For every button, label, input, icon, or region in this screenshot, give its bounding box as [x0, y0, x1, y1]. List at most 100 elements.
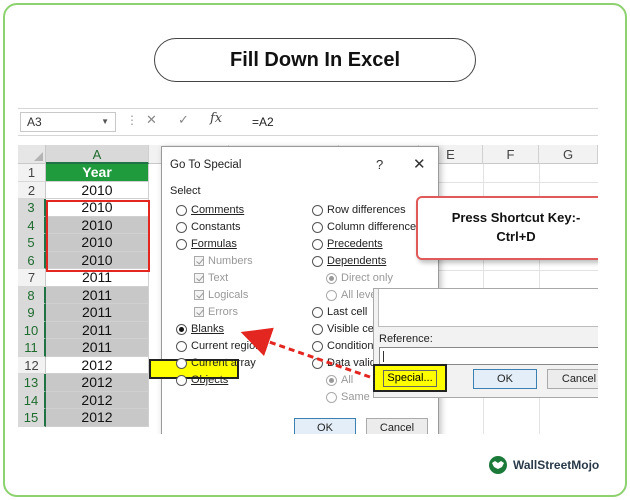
option-formulas[interactable]: Formulas: [176, 238, 237, 250]
row-header[interactable]: 8: [18, 286, 46, 304]
cell-a8[interactable]: 2011: [46, 286, 149, 304]
option-comments[interactable]: Comments: [176, 204, 244, 216]
option-last-cell[interactable]: Last cell: [312, 306, 367, 318]
cell-a2[interactable]: 2010: [46, 181, 149, 199]
row-header[interactable]: 7: [18, 269, 46, 287]
formula-separator-icon: ⋮: [126, 113, 138, 127]
dialog-title: Go To Special: [170, 159, 242, 171]
cancel-icon[interactable]: ✕: [146, 112, 157, 128]
checkbox-icon: [194, 307, 204, 317]
reference-input[interactable]: [379, 347, 598, 365]
page-title: Fill Down In Excel: [154, 38, 476, 82]
radio-icon[interactable]: [176, 374, 187, 386]
radio-icon[interactable]: [176, 340, 187, 352]
radio-icon[interactable]: [176, 221, 187, 233]
go-to-ok-button[interactable]: OK: [473, 369, 537, 389]
option-label: Column differences: [327, 221, 422, 233]
enter-icon[interactable]: ✓: [178, 112, 189, 128]
go-to-cancel-button[interactable]: Cancel: [547, 369, 598, 389]
cell-a10[interactable]: 2011: [46, 321, 149, 339]
radio-icon: [326, 391, 337, 403]
option-label: Row differences: [327, 204, 406, 216]
column-header-g[interactable]: G: [539, 145, 598, 164]
radio-icon[interactable]: [312, 221, 323, 233]
option-label: All: [341, 374, 354, 386]
row-header[interactable]: 9: [18, 304, 46, 322]
brand-logo: WallStreetMojo: [488, 455, 599, 475]
option-precedents[interactable]: Precedents: [312, 238, 383, 250]
name-box[interactable]: A3 ▼: [20, 112, 116, 132]
select-label: Select: [170, 185, 201, 197]
radio-icon: [326, 289, 337, 301]
cancel-button[interactable]: Cancel: [366, 418, 428, 434]
ok-button[interactable]: OK: [294, 418, 356, 434]
row-header[interactable]: 5: [18, 234, 46, 252]
column-header-f[interactable]: F: [483, 145, 539, 164]
cell-a15[interactable]: 2012: [46, 409, 149, 427]
option-dependents[interactable]: Dependents: [312, 255, 386, 267]
row-header[interactable]: 14: [18, 391, 46, 409]
option-label: Dependents: [327, 255, 387, 267]
option-column-differences[interactable]: Column differences: [312, 221, 422, 233]
help-button[interactable]: ?: [376, 157, 383, 172]
grid-line: [438, 182, 598, 183]
checkbox-icon: [194, 290, 204, 300]
callout-line-1: Press Shortcut Key:-: [451, 210, 581, 225]
row-header[interactable]: 4: [18, 216, 46, 234]
radio-icon[interactable]: [312, 238, 323, 250]
option-label: Last cell: [327, 306, 368, 318]
row-header[interactable]: 6: [18, 251, 46, 269]
chevron-down-icon[interactable]: ▼: [101, 113, 109, 131]
option-label: Blanks: [191, 323, 225, 335]
special-button[interactable]: Special...: [383, 370, 437, 387]
option-same: Same: [326, 391, 370, 403]
insert-function-button[interactable]: fx: [210, 111, 222, 126]
row-header[interactable]: 3: [18, 199, 46, 217]
shortcut-callout: Press Shortcut Key:- Ctrl+D: [416, 196, 598, 260]
cell-a12[interactable]: 2012: [46, 356, 149, 374]
option-objects[interactable]: Objects: [176, 374, 228, 386]
cell-a14[interactable]: 2012: [46, 391, 149, 409]
radio-icon[interactable]: [312, 255, 323, 267]
row-header[interactable]: 15: [18, 409, 46, 427]
option-label: Numbers: [208, 255, 253, 267]
row-header[interactable]: 11: [18, 339, 46, 357]
radio-icon[interactable]: [312, 340, 323, 352]
radio-icon[interactable]: [312, 306, 323, 318]
cell-a1[interactable]: Year: [46, 164, 149, 182]
option-label: Logicals: [208, 289, 249, 301]
option-constants[interactable]: Constants: [176, 221, 241, 233]
callout-line-2: Ctrl+D: [496, 229, 536, 244]
close-button[interactable]: ✕: [413, 155, 426, 173]
radio-icon[interactable]: [312, 357, 323, 369]
row-header[interactable]: 1: [18, 164, 46, 182]
formula-input[interactable]: =A2: [252, 115, 274, 129]
brand-name: WallStreetMojo: [513, 458, 600, 472]
cell-a13[interactable]: 2012: [46, 374, 149, 392]
radio-icon[interactable]: [176, 357, 187, 369]
go-to-list[interactable]: ⌄: [378, 289, 598, 327]
column-header-a[interactable]: A: [46, 145, 149, 164]
cell-a9[interactable]: 2011: [46, 304, 149, 322]
option-label: Comments: [191, 204, 245, 216]
option-current-region[interactable]: Current region: [176, 340, 261, 352]
option-row-differences[interactable]: Row differences: [312, 204, 406, 216]
option-current-array[interactable]: Current array: [176, 357, 256, 369]
option-blanks[interactable]: Blanks: [176, 323, 224, 335]
option-label: Direct only: [341, 272, 393, 284]
row-header[interactable]: 2: [18, 181, 46, 199]
radio-icon[interactable]: [176, 204, 187, 216]
row-header[interactable]: 13: [18, 374, 46, 392]
row-header[interactable]: 12: [18, 356, 46, 374]
radio-icon[interactable]: [312, 323, 323, 335]
select-all-button[interactable]: [18, 145, 46, 164]
radio-icon: [326, 272, 337, 284]
formula-bar: A3 ▼ ⋮ ✕ ✓ fx =A2: [18, 108, 598, 136]
radio-icon[interactable]: [176, 238, 187, 250]
radio-icon[interactable]: [176, 323, 187, 335]
grid-line: [438, 270, 598, 271]
radio-icon[interactable]: [312, 204, 323, 216]
option-label: Objects: [191, 374, 229, 386]
cell-a11[interactable]: 2011: [46, 339, 149, 357]
row-header[interactable]: 10: [18, 321, 46, 339]
